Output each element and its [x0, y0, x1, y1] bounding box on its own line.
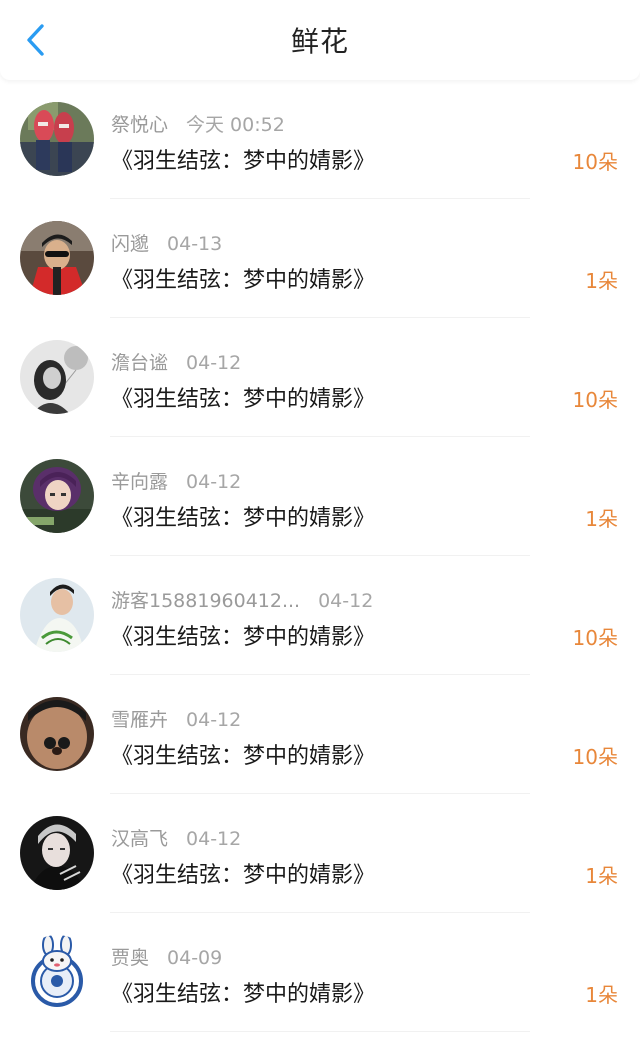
list-item[interactable]: 游客15881960412... 04-12 《羽生结弦：梦中的婧影》 10朵 [0, 556, 640, 675]
page-title: 鲜花 [290, 25, 349, 58]
app-window: 鲜花 祭悦心 今天 00:52 《羽生结弦：梦中的婧影》 10朵 闪邈 04-1… [0, 0, 640, 1038]
book-title[interactable]: 《羽生结弦：梦中的婧影》 [111, 143, 375, 175]
avatar[interactable] [20, 578, 94, 652]
top-bar: 鲜花 [0, 0, 640, 80]
user-name[interactable]: 辛向露 [111, 471, 168, 493]
timestamp: 04-09 [167, 947, 223, 969]
back-button[interactable] [18, 22, 54, 58]
flower-count: 1朵 [585, 507, 618, 531]
timestamp: 04-12 [318, 590, 374, 612]
user-name[interactable]: 雪雁卉 [111, 709, 168, 731]
book-title[interactable]: 《羽生结弦：梦中的婧影》 [111, 381, 375, 413]
book-title[interactable]: 《羽生结弦：梦中的婧影》 [111, 619, 375, 651]
flower-list: 祭悦心 今天 00:52 《羽生结弦：梦中的婧影》 10朵 闪邈 04-13 《… [0, 80, 640, 1032]
flower-count: 10朵 [572, 745, 618, 769]
timestamp: 04-13 [167, 233, 223, 255]
timestamp: 04-12 [186, 828, 242, 850]
flower-count: 10朵 [572, 388, 618, 412]
timestamp: 04-12 [186, 352, 242, 374]
timestamp: 今天 00:52 [186, 114, 285, 136]
user-name[interactable]: 闪邈 [111, 233, 149, 255]
list-item[interactable]: 闪邈 04-13 《羽生结弦：梦中的婧影》 1朵 [0, 199, 640, 318]
avatar[interactable] [20, 697, 94, 771]
avatar[interactable] [20, 459, 94, 533]
user-name[interactable]: 游客15881960412... [111, 590, 300, 612]
list-item[interactable]: 雪雁卉 04-12 《羽生结弦：梦中的婧影》 10朵 [0, 675, 640, 794]
flower-count: 10朵 [572, 626, 618, 650]
user-name[interactable]: 贾奥 [111, 947, 149, 969]
list-item[interactable]: 辛向露 04-12 《羽生结弦：梦中的婧影》 1朵 [0, 437, 640, 556]
book-title[interactable]: 《羽生结弦：梦中的婧影》 [111, 262, 375, 294]
avatar[interactable] [20, 102, 94, 176]
book-title[interactable]: 《羽生结弦：梦中的婧影》 [111, 976, 375, 1008]
flower-count: 1朵 [585, 269, 618, 293]
avatar[interactable] [20, 221, 94, 295]
user-name[interactable]: 祭悦心 [111, 114, 168, 136]
chevron-left-icon [27, 24, 44, 56]
book-title[interactable]: 《羽生结弦：梦中的婧影》 [111, 500, 375, 532]
avatar[interactable] [20, 340, 94, 414]
timestamp: 04-12 [186, 709, 242, 731]
flower-count: 1朵 [585, 864, 618, 888]
user-name[interactable]: 澹台谧 [111, 352, 168, 374]
list-item[interactable]: 澹台谧 04-12 《羽生结弦：梦中的婧影》 10朵 [0, 318, 640, 437]
book-title[interactable]: 《羽生结弦：梦中的婧影》 [111, 857, 375, 889]
avatar[interactable] [20, 935, 94, 1009]
user-name[interactable]: 汉高飞 [111, 828, 168, 850]
book-title[interactable]: 《羽生结弦：梦中的婧影》 [111, 738, 375, 770]
avatar[interactable] [20, 816, 94, 890]
divider [110, 1031, 530, 1032]
list-item[interactable]: 汉高飞 04-12 《羽生结弦：梦中的婧影》 1朵 [0, 794, 640, 913]
list-item[interactable]: 贾奥 04-09 《羽生结弦：梦中的婧影》 1朵 [0, 913, 640, 1032]
flower-count: 10朵 [572, 150, 618, 174]
timestamp: 04-12 [186, 471, 242, 493]
list-item[interactable]: 祭悦心 今天 00:52 《羽生结弦：梦中的婧影》 10朵 [0, 80, 640, 199]
flower-count: 1朵 [585, 983, 618, 1007]
